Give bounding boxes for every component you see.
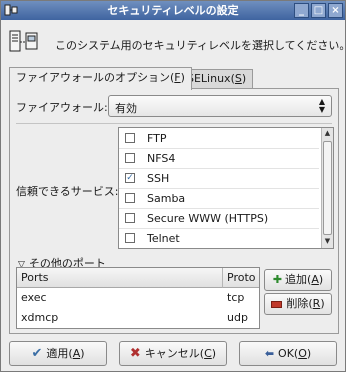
remove-port-button[interactable]: 削除(R)	[264, 293, 332, 315]
services-list[interactable]: FTP NFS4 ✓ SSH Samba Secure WWW (HTTPS)	[118, 127, 334, 249]
cancel-icon: ✖	[129, 346, 141, 361]
checkbox-https[interactable]	[125, 213, 135, 223]
services-label: 信頼できるサービス:	[16, 185, 119, 198]
remove-paren: )	[320, 297, 325, 310]
apply-paren: )	[80, 347, 85, 360]
ok-label: OK(	[278, 347, 299, 360]
tab-mnemonic: S	[234, 72, 242, 85]
services-scrollbar[interactable]: ▲ ▼	[321, 128, 333, 248]
checkbox-samba[interactable]	[125, 193, 135, 203]
cancel-button[interactable]: ✖ キャンセル(C)	[119, 341, 227, 366]
scroll-up-icon[interactable]: ▲	[322, 128, 333, 139]
firewall-options-panel: ファイアウォール: 有効 ▲ ▼ 信頼できるサービス: FTP NFS4 ✓ SS…	[9, 88, 339, 334]
service-item-telnet[interactable]: Telnet	[119, 228, 319, 248]
apply-button[interactable]: ✔ 適用(A)	[9, 341, 107, 366]
table-row-port[interactable]: exec	[21, 288, 47, 308]
add-port-button[interactable]: ✚ 追加(A)	[264, 269, 332, 291]
firewall-select[interactable]: 有効 ▲ ▼	[108, 95, 332, 117]
remove-button-label: 削除(	[286, 297, 313, 310]
header-text: このシステム用のセキュリティレベルを選択してください。	[55, 39, 346, 52]
add-mnemonic: A	[311, 273, 319, 286]
service-item-samba[interactable]: Samba	[119, 188, 319, 209]
scroll-thumb[interactable]	[323, 141, 332, 235]
checkbox-ssh[interactable]: ✓	[125, 173, 135, 183]
service-name: Secure WWW (HTTPS)	[147, 212, 269, 225]
checkbox-ftp[interactable]	[125, 133, 135, 143]
service-item-ssh[interactable]: ✓ SSH	[119, 168, 319, 189]
tab-firewall-options[interactable]: ファイアウォールのオプション(F)	[9, 67, 192, 90]
column-header-proto[interactable]: Proto	[223, 268, 259, 288]
separator	[16, 123, 332, 124]
service-item-nfs4[interactable]: NFS4	[119, 148, 319, 169]
firewall-icon	[9, 30, 38, 52]
service-name: Telnet	[147, 232, 180, 245]
ok-mnemonic: O	[298, 347, 307, 360]
minimize-button[interactable]: _	[294, 3, 309, 18]
maximize-button[interactable]: □	[311, 3, 326, 18]
tab-label: SELinux(	[187, 72, 235, 85]
cancel-paren: )	[211, 347, 217, 360]
remove-icon	[271, 300, 283, 308]
firewall-label: ファイアウォール:	[16, 101, 108, 114]
service-name: NFS4	[147, 152, 176, 165]
checkbox-telnet[interactable]	[125, 233, 135, 243]
ok-paren: )	[306, 347, 312, 360]
cancel-mnemonic: C	[204, 347, 212, 360]
table-row-proto[interactable]: udp	[227, 308, 248, 328]
tab-paren: )	[180, 71, 185, 84]
table-row-proto[interactable]: tcp	[227, 288, 244, 308]
column-header-ports[interactable]: Ports	[17, 268, 223, 288]
service-name: Samba	[147, 192, 186, 205]
service-name: SSH	[147, 172, 170, 185]
dialog-window: セキュリティレベルの設定 _ □ × このシステム用のセキュリティレベルを選択し…	[0, 0, 346, 372]
tab-label: ファイアウォールのオプション(	[16, 71, 175, 84]
firewall-select-value: 有効	[115, 102, 137, 115]
service-item-ftp[interactable]: FTP	[119, 128, 319, 149]
add-paren: )	[318, 273, 324, 286]
service-name: FTP	[147, 132, 167, 145]
check-icon: ✔	[31, 346, 43, 361]
add-icon: ✚	[272, 273, 283, 286]
scroll-down-icon[interactable]: ▼	[322, 236, 333, 247]
close-button[interactable]: ×	[328, 3, 343, 18]
checkbox-nfs4[interactable]	[125, 153, 135, 163]
table-row-port[interactable]: xdmcp	[21, 308, 58, 328]
header: このシステム用のセキュリティレベルを選択してください。	[9, 25, 346, 61]
title-bar[interactable]: セキュリティレベルの設定 _ □ ×	[1, 1, 345, 20]
ok-button[interactable]: ⬅ OK(O)	[239, 341, 337, 366]
apply-label: 適用(	[46, 347, 73, 360]
window-title: セキュリティレベルの設定	[107, 4, 239, 17]
spin-arrows-icon: ▲ ▼	[318, 97, 325, 114]
other-ports-table[interactable]: Ports Proto exec tcp xdmcp udp	[16, 267, 260, 329]
add-button-label: 追加(	[285, 273, 312, 286]
cancel-label: キャンセル(	[144, 347, 205, 360]
ok-icon: ⬅	[264, 347, 275, 360]
firewall-app-icon	[4, 4, 18, 16]
tab-paren: )	[241, 72, 247, 85]
service-item-https[interactable]: Secure WWW (HTTPS)	[119, 208, 319, 229]
